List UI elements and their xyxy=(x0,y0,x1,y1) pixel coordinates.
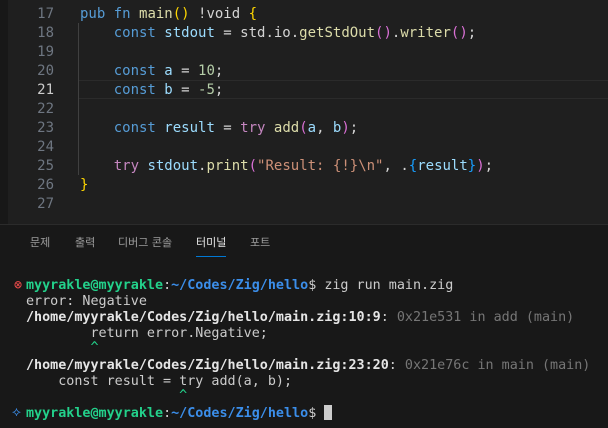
code-token: } xyxy=(467,158,477,174)
panel-tab[interactable]: 문제 xyxy=(30,234,50,256)
code-line[interactable]: const a = 10; xyxy=(80,62,224,81)
code-token: = xyxy=(172,63,199,79)
code-token: ; xyxy=(467,25,477,41)
code-token: result xyxy=(417,158,468,174)
code-token: ; xyxy=(214,63,224,79)
line-number: 26 xyxy=(37,177,54,193)
code-token: main xyxy=(139,6,173,22)
bottom-panel: 문제 출력 디버그 콘솔 터미널 포트 ⊗ myyrakle@myyrakle:~/Cod… xyxy=(0,224,608,428)
code-token: "Result: {!}\n" xyxy=(257,158,384,174)
code-token: const xyxy=(80,120,165,136)
terminal-caret: ^ xyxy=(26,340,99,355)
code-token: const xyxy=(80,82,165,98)
code-token: ; xyxy=(484,158,494,174)
line-number: 24 xyxy=(37,139,54,155)
code-token: () xyxy=(172,6,190,22)
line-number: 22 xyxy=(37,101,54,117)
code-token: b xyxy=(164,82,173,98)
code-token: try xyxy=(240,120,274,136)
line-number: 21 xyxy=(37,82,54,98)
code-token: pub fn xyxy=(80,6,140,22)
line-number: 19 xyxy=(37,44,54,60)
code-token: add xyxy=(273,120,300,136)
code-token: 10 xyxy=(198,63,215,79)
file-link[interactable]: /home/myyrakle/Codes/Zig/hello/main.zig:… xyxy=(26,310,381,325)
terminal-caret: ^ xyxy=(26,388,188,403)
code-token: , . xyxy=(383,158,409,174)
code-token: ; xyxy=(349,120,359,136)
code-token: { xyxy=(408,158,418,174)
code-token: try xyxy=(80,158,148,174)
code-line[interactable]: try stdout.print("Result: {!}\n", .{resu… xyxy=(80,157,493,176)
code-token: = xyxy=(172,82,199,98)
code-line[interactable]: const stdout = std.io.getStdOut().writer… xyxy=(80,24,477,43)
code-line[interactable]: const result = try add(a, b); xyxy=(80,119,359,138)
code-line[interactable]: } xyxy=(80,176,88,195)
code-token: stdout xyxy=(164,25,215,41)
code-token: const xyxy=(80,25,165,41)
code-token: } xyxy=(80,177,89,193)
code-token: , xyxy=(316,120,333,136)
code-token: -5 xyxy=(198,82,215,98)
terminal-line: ⊗ myyrakle@myyrakle:~/Codes/Zig/hello$ zi… xyxy=(14,278,454,293)
code-token: = xyxy=(214,120,241,136)
file-link[interactable]: /home/myyrakle/Codes/Zig/hello/main.zig:… xyxy=(26,358,389,373)
code-token: () xyxy=(450,25,468,41)
code-line[interactable]: const b = -5; xyxy=(80,81,224,100)
line-number: 23 xyxy=(37,120,54,136)
code-line[interactable]: pub fn main() !void { xyxy=(80,5,257,24)
panel-tab[interactable]: 터미널 xyxy=(196,234,227,257)
code-editor[interactable]: 17 pub fn main() !void {18 const stdout =… xyxy=(8,0,608,224)
error-status-icon[interactable]: ⊗ xyxy=(14,278,22,294)
panel-tab[interactable]: 디버그 콘솔 xyxy=(118,234,172,256)
code-token: a xyxy=(307,120,317,136)
code-token: ( xyxy=(248,158,258,174)
line-number: 25 xyxy=(37,158,54,174)
panel-tab[interactable]: 포트 xyxy=(250,234,270,256)
panel-tab[interactable]: 출력 xyxy=(75,234,95,256)
code-token: getStdOut xyxy=(299,25,376,41)
terminal-cursor xyxy=(324,405,333,420)
code-token: () xyxy=(375,25,392,41)
code-token: { xyxy=(248,6,258,22)
terminal-line: /home/myyrakle/Codes/Zig/hello/main.zig:… xyxy=(26,310,575,325)
code-token: print xyxy=(206,158,249,174)
code-token: ; xyxy=(214,82,224,98)
code-token: const xyxy=(80,63,165,79)
code-token: stdout xyxy=(147,158,199,174)
terminal-line: /home/myyrakle/Codes/Zig/hello/main.zig:… xyxy=(26,358,591,373)
code-token: ( xyxy=(299,120,308,136)
line-number: 18 xyxy=(37,25,54,41)
line-number: 27 xyxy=(37,196,54,212)
terminal-line: error: Negative xyxy=(26,294,147,309)
code-token: result xyxy=(164,120,215,136)
terminal-prompt[interactable]: ⟡ myyrakle@myyrakle:~/Codes/Zig/hello$ xyxy=(12,405,333,422)
activity-strip xyxy=(0,0,8,224)
line-number: 17 xyxy=(37,6,54,22)
code-token: a xyxy=(164,63,173,79)
code-token: ) xyxy=(341,120,350,136)
code-token: = std.io. xyxy=(214,25,300,41)
prompt-status-icon[interactable]: ⟡ xyxy=(12,405,21,421)
code-token: !void xyxy=(189,6,249,22)
code-token: writer xyxy=(400,25,451,41)
indent-guide xyxy=(78,23,79,175)
code-token: ) xyxy=(476,158,485,174)
line-number: 20 xyxy=(37,63,54,79)
